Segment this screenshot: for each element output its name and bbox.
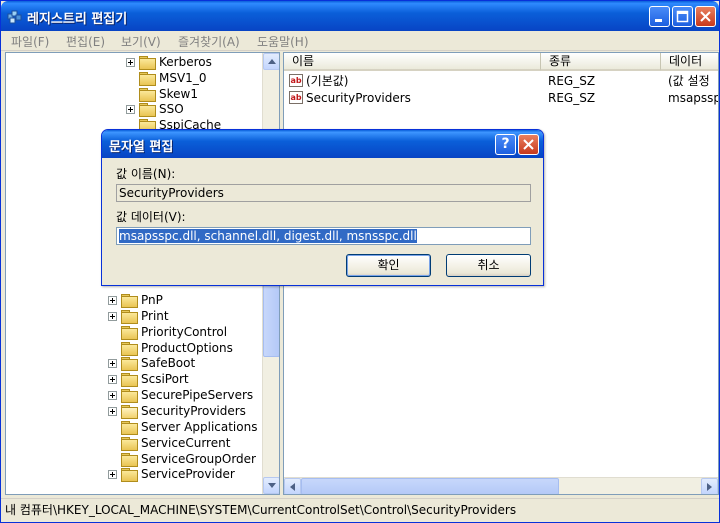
expand-icon[interactable] <box>108 358 117 368</box>
scroll-thumb[interactable] <box>263 281 279 357</box>
window-title: 레지스트리 편집기 <box>27 12 128 27</box>
folder-icon <box>139 71 156 86</box>
maximize-icon <box>676 10 689 23</box>
folder-icon <box>121 467 138 482</box>
tree-item-securepipeservers[interactable]: SecurePipeServers <box>108 387 253 403</box>
expand-icon[interactable] <box>126 104 135 114</box>
dialog-title: 문자열 편집 <box>109 140 174 155</box>
scroll-thumb[interactable] <box>301 478 559 494</box>
tree-item-servicegrouporder[interactable]: ServiceGroupOrder <box>108 451 256 467</box>
column-header-type[interactable]: 종류 <box>541 53 661 71</box>
cancel-button[interactable]: 취소 <box>446 254 531 277</box>
expand-icon[interactable] <box>108 406 117 416</box>
minimize-icon <box>655 19 662 22</box>
folder-icon <box>121 293 138 308</box>
folder-icon <box>121 309 138 324</box>
dialog-title-bar[interactable]: 문자열 편집 ? <box>102 130 543 158</box>
ok-button[interactable]: 확인 <box>346 254 431 277</box>
close-icon <box>523 139 534 150</box>
expand-icon[interactable] <box>108 295 117 305</box>
list-item-type: REG_SZ <box>548 73 596 88</box>
scroll-right-button[interactable] <box>701 478 718 494</box>
dialog-close-button[interactable] <box>518 134 539 155</box>
folder-icon <box>121 420 138 435</box>
value-data-text: msapsspc.dll, schannel.dll, digest.dll, … <box>119 229 417 243</box>
arrow-left-icon <box>290 483 295 491</box>
list-item-type: REG_SZ <box>548 90 596 105</box>
folder-icon <box>121 341 138 356</box>
string-value-icon: ab <box>289 91 303 104</box>
folder-icon <box>121 372 138 387</box>
menu-edit[interactable]: 편집(E) <box>66 33 105 50</box>
title-bar[interactable]: 레지스트리 편집기 <box>1 1 719 31</box>
tree-item-servicecurrent[interactable]: ServiceCurrent <box>108 435 230 451</box>
list-item[interactable]: ab SecurityProviders <box>289 89 411 106</box>
tree-item-skew1[interactable]: Skew1 <box>126 86 198 102</box>
value-data-label: 값 데이터(V): <box>116 210 186 224</box>
string-value-icon: ab <box>289 74 303 87</box>
list-item-data: msapssp <box>668 90 719 105</box>
folder-icon <box>121 436 138 451</box>
edit-string-dialog: 문자열 편집 ? 값 이름(N): SecurityProviders 값 데이… <box>101 129 544 286</box>
minimize-button[interactable] <box>649 6 670 27</box>
open-folder-icon <box>121 404 138 419</box>
status-bar: 내 컴퓨터\HKEY_LOCAL_MACHINE\SYSTEM\CurrentC… <box>1 498 719 522</box>
arrow-up-icon <box>268 59 276 64</box>
tree-item-scsiport[interactable]: ScsiPort <box>108 371 189 387</box>
tree-item-kerberos[interactable]: Kerberos <box>126 54 212 70</box>
tree-item-print[interactable]: Print <box>108 308 169 324</box>
expand-icon[interactable] <box>108 374 117 384</box>
close-icon <box>700 11 711 22</box>
tree-item-safeboot[interactable]: SafeBoot <box>108 355 195 371</box>
folder-icon <box>139 87 156 102</box>
value-name-label: 값 이름(N): <box>116 167 176 181</box>
help-button[interactable]: ? <box>495 134 516 155</box>
menu-bar: 파일(F) 편집(E) 보기(V) 즐겨찾기(A) 도움말(H) <box>1 31 719 51</box>
expand-icon[interactable] <box>108 390 117 400</box>
column-header-data[interactable]: 데이터 <box>661 53 718 71</box>
tree-item-msv1-0[interactable]: MSV1_0 <box>126 70 206 86</box>
tree-item-server-applications[interactable]: Server Applications <box>108 419 257 435</box>
folder-icon <box>121 325 138 340</box>
folder-icon <box>121 452 138 467</box>
tree-item-serviceprovider[interactable]: ServiceProvider <box>108 466 235 482</box>
menu-help[interactable]: 도움말(H) <box>257 33 309 50</box>
list-item-data: (값 설정 <box>668 74 710 88</box>
tree-item-productoptions[interactable]: ProductOptions <box>108 340 233 356</box>
status-path: 내 컴퓨터\HKEY_LOCAL_MACHINE\SYSTEM\CurrentC… <box>5 503 517 517</box>
arrow-down-icon <box>268 483 276 488</box>
scroll-left-button[interactable] <box>284 478 301 494</box>
maximize-button[interactable] <box>672 6 693 27</box>
folder-icon <box>139 102 156 117</box>
value-name-field: SecurityProviders <box>116 184 531 202</box>
tree-item-sso[interactable]: SSO <box>126 101 184 117</box>
expand-icon[interactable] <box>108 311 117 321</box>
column-header-name[interactable]: 이름 <box>284 53 541 71</box>
scroll-up-button[interactable] <box>263 53 279 70</box>
folder-icon <box>121 388 138 403</box>
tree-item-prioritycontrol[interactable]: PriorityControl <box>108 324 227 340</box>
scroll-down-button[interactable] <box>263 477 279 494</box>
expand-icon[interactable] <box>126 57 135 67</box>
menu-view[interactable]: 보기(V) <box>121 33 161 50</box>
menu-file[interactable]: 파일(F) <box>11 33 49 50</box>
tree-item-pnp[interactable]: PnP <box>108 292 163 308</box>
list-horizontal-scrollbar[interactable] <box>284 477 718 494</box>
help-icon: ? <box>501 136 510 152</box>
value-data-input[interactable]: msapsspc.dll, schannel.dll, digest.dll, … <box>116 227 531 245</box>
folder-icon <box>121 356 138 371</box>
registry-editor-icon <box>7 10 22 24</box>
tree-item-securityproviders[interactable]: SecurityProviders <box>108 403 246 419</box>
arrow-right-icon <box>707 483 712 491</box>
menu-favorites[interactable]: 즐겨찾기(A) <box>178 33 240 50</box>
list-item[interactable]: ab (기본값) <box>289 72 348 89</box>
folder-icon <box>139 55 156 70</box>
close-button[interactable] <box>695 6 716 27</box>
expand-icon[interactable] <box>108 469 117 479</box>
